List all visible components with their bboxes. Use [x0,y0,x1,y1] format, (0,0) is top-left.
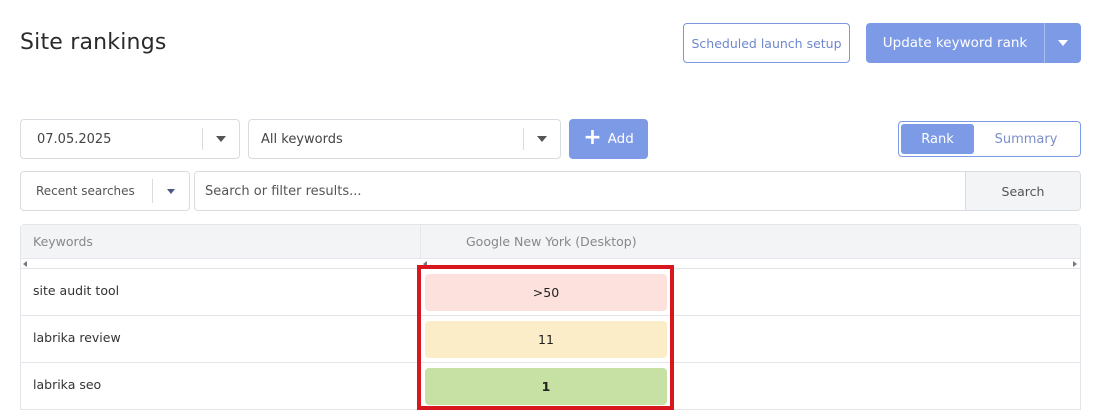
date-dropdown-toggle[interactable] [203,136,239,142]
search-button[interactable]: Search [965,172,1080,210]
keyword-cell: labrika review [33,330,121,345]
keywords-dropdown-toggle[interactable] [524,136,560,142]
add-button-label: Add [607,131,634,147]
table-row[interactable]: site audit tool >50 [21,269,1080,316]
rank-cell[interactable]: >50 [425,274,667,311]
scroll-left-icon[interactable] [23,261,27,267]
chevron-down-icon [1058,40,1068,46]
rank-cell[interactable]: 11 [425,321,667,358]
chevron-down-icon [537,136,547,142]
add-button[interactable]: + Add [569,119,648,159]
update-keyword-rank-button[interactable]: Update keyword rank [866,23,1044,63]
keywords-select[interactable]: All keywords [248,119,561,159]
chevron-down-icon [216,136,226,142]
scheduled-launch-setup-button[interactable]: Scheduled launch setup [683,23,850,63]
column-header-keywords: Keywords [21,225,421,258]
horizontal-scrollbar[interactable] [21,259,1080,269]
update-keyword-rank-split-button: Update keyword rank [866,23,1081,63]
chevron-down-icon [167,188,175,194]
plus-icon: + [583,125,602,150]
keyword-cell: labrika seo [33,377,102,392]
search-bar: Search [194,171,1081,211]
scroll-left-icon[interactable] [423,261,427,267]
table-header: Keywords Google New York (Desktop) [21,225,1080,259]
page-title: Site rankings [20,30,167,55]
recent-searches-dropdown-toggle[interactable] [153,188,189,194]
update-options-dropdown[interactable] [1045,23,1081,63]
scroll-right-icon[interactable] [1073,261,1077,267]
date-select[interactable]: 07.05.2025 [20,119,240,159]
date-select-value: 07.05.2025 [37,131,112,147]
table-row[interactable]: labrika review 11 [21,316,1080,363]
search-input[interactable] [195,172,965,210]
view-toggle: Rank Summary [898,121,1081,157]
rank-cell[interactable]: 1 [425,368,667,405]
recent-searches-select[interactable]: Recent searches [20,171,190,211]
summary-tab[interactable]: Summary [974,124,1078,154]
keyword-cell: site audit tool [33,283,120,298]
keywords-select-value: All keywords [261,131,343,147]
recent-searches-label: Recent searches [36,184,135,198]
rank-tab[interactable]: Rank [901,124,974,154]
table-row[interactable]: labrika seo 1 [21,363,1080,410]
rankings-table: Keywords Google New York (Desktop) site … [20,224,1081,410]
column-header-search-engine: Google New York (Desktop) [466,234,637,249]
